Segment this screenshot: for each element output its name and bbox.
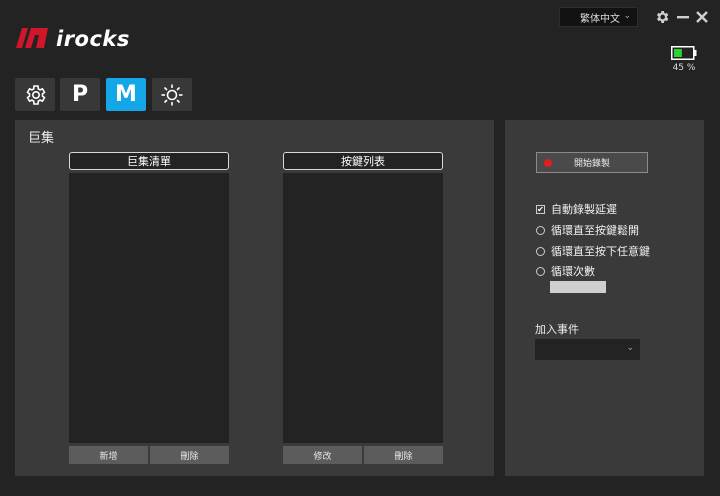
language-select[interactable]: 繁体中文 ⌄ — [559, 7, 638, 27]
delete-macro-button[interactable]: 刪除 — [150, 446, 229, 464]
key-list[interactable] — [283, 173, 443, 443]
battery-level-fill — [674, 49, 682, 57]
start-recording-label: 開始錄製 — [574, 159, 611, 169]
auto-delay-label: 自動錄製延遲 — [551, 203, 617, 216]
checkmark-icon: ✔ — [537, 204, 544, 214]
loop-count-label: 循環次數 — [551, 265, 595, 278]
loop-count-option[interactable]: 循環次數 — [536, 263, 595, 279]
gear-icon — [26, 84, 46, 105]
loop-until-release-option[interactable]: 循環直至按鍵鬆開 — [536, 222, 639, 238]
settings-gear-button[interactable] — [653, 8, 671, 26]
tab-settings[interactable] — [15, 78, 55, 111]
start-recording-button[interactable]: 開始錄製 — [536, 152, 648, 173]
macro-list-header: 巨集清單 — [69, 152, 229, 170]
tab-profile[interactable]: P — [60, 78, 100, 111]
loop-until-release-radio[interactable] — [536, 225, 545, 235]
loop-count-radio[interactable] — [536, 266, 545, 276]
chevron-down-icon: ⌄ — [626, 343, 634, 353]
key-list-header: 按鍵列表 — [283, 152, 443, 170]
loop-until-any-key-label: 循環直至按下任意鍵 — [551, 245, 650, 258]
loop-count-input[interactable] — [550, 281, 606, 293]
minimize-icon — [677, 16, 689, 19]
tab-macro[interactable]: M — [106, 78, 146, 111]
close-button[interactable] — [693, 8, 711, 26]
add-event-label: 加入事件 — [535, 323, 579, 336]
auto-delay-option[interactable]: ✔ 自動錄製延遲 — [536, 201, 617, 217]
tab-profile-label: P — [71, 82, 89, 107]
sun-icon — [161, 84, 183, 105]
record-dot-icon — [544, 158, 552, 167]
gear-icon — [657, 11, 669, 23]
loop-until-release-label: 循環直至按鍵鬆開 — [551, 224, 639, 237]
add-macro-button[interactable]: 新增 — [69, 446, 148, 464]
language-value: 繁体中文 — [580, 13, 620, 25]
recording-panel — [505, 120, 704, 476]
section-title: 巨集 — [28, 131, 55, 146]
brand-text: irocks — [56, 27, 130, 50]
tab-lighting[interactable] — [152, 78, 192, 111]
add-event-select[interactable]: ⌄ — [535, 339, 640, 360]
auto-delay-checkbox[interactable]: ✔ — [536, 204, 545, 214]
tab-macro-label: M — [115, 82, 137, 107]
irocks-logo: irocks — [16, 27, 130, 50]
delete-key-button[interactable]: 刪除 — [364, 446, 443, 464]
macro-list[interactable] — [69, 173, 229, 443]
close-icon — [696, 11, 708, 23]
battery-percent: 45 % — [672, 63, 696, 73]
logo-mark — [16, 28, 48, 48]
loop-until-any-key-radio[interactable] — [536, 246, 545, 256]
minimize-button[interactable] — [674, 8, 692, 26]
edit-key-button[interactable]: 修改 — [283, 446, 362, 464]
chevron-down-icon: ⌄ — [623, 11, 631, 21]
loop-until-any-key-option[interactable]: 循環直至按下任意鍵 — [536, 243, 650, 259]
battery-icon — [671, 46, 697, 60]
